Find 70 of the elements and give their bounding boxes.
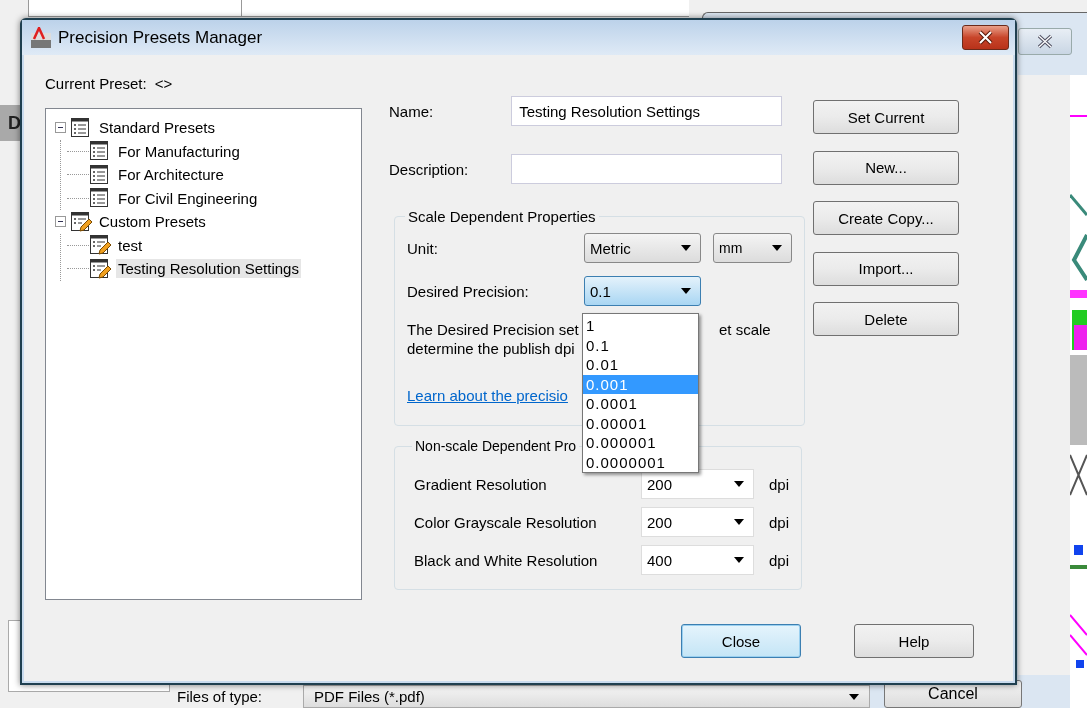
caret-icon [734, 519, 744, 525]
dropdown-option[interactable]: 0.0000001 [583, 452, 698, 472]
file-type-dropdown[interactable]: PDF Files (*.pdf) [303, 685, 870, 708]
dropdown-option[interactable]: 0.0001 [583, 394, 698, 414]
unit-label: dpi [769, 475, 790, 493]
list-icon [70, 116, 92, 139]
tree-item[interactable]: test [116, 235, 145, 255]
tree-item[interactable]: Testing Resolution Settings [116, 259, 301, 279]
note-text: determine the publish dpi [407, 339, 575, 358]
note-text: et scale [719, 320, 771, 339]
dropdown-option[interactable]: 0.00001 [583, 413, 698, 433]
action-button[interactable]: Create Copy... [813, 201, 959, 235]
list-icon [89, 163, 111, 186]
tree-item[interactable]: Standard Presets [97, 118, 217, 138]
help-link[interactable]: Learn about the precisio [407, 387, 568, 404]
dropdown-option[interactable]: 0.000001 [583, 433, 698, 453]
close-icon[interactable] [962, 25, 1009, 50]
tree-item[interactable]: For Civil Engineering [116, 188, 260, 208]
field-label: Color Grayscale Resolution [414, 513, 598, 531]
collapse-icon[interactable] [55, 216, 66, 228]
action-button[interactable]: New... [813, 150, 959, 185]
dialog-button[interactable]: Help [854, 624, 974, 658]
resolution-dropdown[interactable]: 200 [641, 507, 754, 537]
unit-dropdown[interactable]: mm [713, 233, 792, 263]
note-text: The Desired Precision set [407, 320, 579, 339]
current-preset-label: Current Preset: [45, 75, 147, 93]
list-pencil-icon [70, 210, 92, 233]
dialog-button[interactable]: Close [681, 624, 801, 658]
group-title: Non-scale Dependent Pro [414, 438, 578, 454]
collapse-icon[interactable] [55, 122, 66, 134]
preset-tree[interactable]: Standard Presets For Manufacturing For Architecture For Civil Engineering Custom Presets test Testing Resolution Settings [45, 108, 362, 600]
field-label: Black and White Resolution [414, 551, 599, 569]
list-pencil-icon [89, 257, 111, 280]
tree-item[interactable]: For Manufacturing [116, 141, 242, 161]
unit-label: dpi [769, 513, 790, 531]
tree-item[interactable]: Custom Presets [97, 212, 208, 232]
list-icon [89, 140, 111, 163]
action-button[interactable]: Set Current [813, 100, 959, 134]
name-field[interactable]: Testing Resolution Settings [511, 96, 782, 126]
unit-system-dropdown[interactable]: Metric [584, 233, 701, 263]
caret-icon [681, 288, 691, 294]
window-title: Precision Presets Manager [58, 27, 263, 48]
caret-icon [734, 557, 744, 563]
field-label: Desired Precision: [407, 282, 530, 300]
group-title: Scale Dependent Properties [407, 208, 597, 225]
field-label: Name: [389, 102, 435, 120]
action-button[interactable]: Delete [813, 302, 959, 336]
description-field[interactable] [511, 154, 782, 184]
dropdown-option[interactable]: 1 [583, 316, 698, 336]
dropdown-option[interactable]: 0.1 [583, 335, 698, 355]
precision-dropdown[interactable]: 0.1 [584, 276, 701, 306]
app-logo-icon [30, 26, 52, 49]
current-preset-value: <> [154, 75, 173, 93]
resolution-dropdown[interactable]: 400 [641, 545, 754, 575]
field-label: Gradient Resolution [414, 475, 548, 493]
list-pencil-icon [89, 234, 111, 257]
action-button[interactable]: Import... [813, 251, 959, 286]
panel-tab[interactable]: D [0, 105, 20, 141]
field-label: Description: [389, 160, 470, 178]
caret-icon [849, 693, 859, 700]
dropdown-option[interactable]: 0.01 [583, 355, 698, 375]
caret-icon [772, 245, 782, 251]
field-label: Unit: [407, 239, 439, 257]
unit-label: dpi [769, 551, 790, 569]
tree-item[interactable]: For Architecture [116, 165, 226, 185]
field-label: Files of type: [177, 688, 263, 705]
caret-icon [681, 245, 691, 251]
caret-icon [734, 481, 744, 487]
resolution-dropdown[interactable]: 200 [641, 469, 754, 499]
list-icon [89, 187, 111, 210]
